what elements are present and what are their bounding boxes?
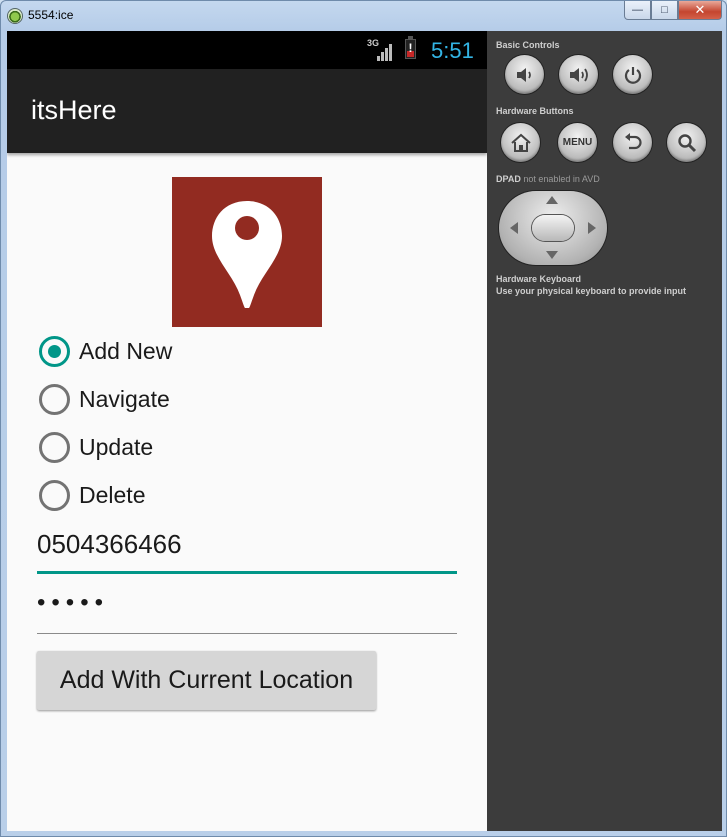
radio-update[interactable]: Update <box>39 429 153 465</box>
radio-button[interactable] <box>39 383 70 415</box>
dpad-center-button[interactable] <box>532 215 574 241</box>
volume-up-button[interactable] <box>559 55 598 94</box>
hardware-keyboard-note: Use your physical keyboard to provide in… <box>496 286 687 296</box>
status-bar: 3G ! 5:51 <box>7 31 487 69</box>
phone-screen: 3G ! 5:51 itsHere Add New Navigate Updat… <box>7 31 487 831</box>
emulator-app-icon <box>7 8 23 24</box>
hardware-keyboard-heading: Hardware Keyboard <box>496 274 582 284</box>
menu-button-label: MENU <box>562 137 593 148</box>
window-title: 5554:ice <box>28 8 74 22</box>
battery-alert-mark: ! <box>408 41 413 55</box>
dpad-right-arrow-icon[interactable] <box>588 222 596 234</box>
window-title-bar[interactable]: 5554:ice — □ ✕ <box>1 1 727 31</box>
radio-add-new[interactable]: Add New <box>39 333 172 369</box>
volume-down-icon <box>516 67 531 82</box>
back-icon <box>624 132 642 149</box>
add-with-current-location-button[interactable]: Add With Current Location <box>37 651 376 710</box>
status-clock: 5:51 <box>431 38 474 63</box>
network-type: 3G <box>367 38 380 48</box>
dpad-down-arrow-icon[interactable] <box>546 251 558 259</box>
radio-label: Delete <box>79 481 146 508</box>
minimize-button[interactable]: — <box>624 1 651 20</box>
action-bar: itsHere <box>7 69 487 153</box>
home-button[interactable] <box>501 123 540 162</box>
radio-label: Update <box>79 433 154 460</box>
radio-navigate[interactable]: Navigate <box>39 381 170 417</box>
signal-icon: 3G <box>367 38 393 61</box>
radio-label: Navigate <box>79 385 170 412</box>
phone-number-field[interactable]: 0504366466 <box>37 529 457 560</box>
menu-button[interactable]: MENU <box>558 123 597 162</box>
dpad-note: not enabled in AVD <box>520 174 600 184</box>
emulator-window: 5554:ice — □ ✕ 3G ! 5:51 itsHere Add New… <box>0 0 727 837</box>
password-field-underline <box>37 633 457 634</box>
password-field[interactable]: ••••• <box>37 589 457 617</box>
window-client-area: 3G ! 5:51 itsHere Add New Navigate Updat… <box>7 31 722 831</box>
close-button[interactable]: ✕ <box>678 1 722 20</box>
app-logo <box>172 177 322 327</box>
maximize-button[interactable]: □ <box>651 1 678 20</box>
basic-controls-heading: Basic Controls <box>496 40 560 50</box>
search-icon <box>677 133 696 152</box>
window-controls: — □ ✕ <box>624 1 722 20</box>
dpad-left-arrow-icon[interactable] <box>510 222 518 234</box>
map-pin-icon <box>212 201 282 308</box>
power-icon <box>624 66 641 84</box>
volume-up-icon <box>569 67 588 82</box>
dpad-control[interactable] <box>499 191 607 265</box>
home-icon <box>510 133 531 152</box>
phone-field-underline <box>37 571 457 574</box>
back-button[interactable] <box>613 123 652 162</box>
dpad-label: DPAD <box>496 174 521 184</box>
power-button[interactable] <box>613 55 652 94</box>
search-button[interactable] <box>667 123 706 162</box>
dpad-heading: DPAD not enabled in AVD <box>496 174 600 184</box>
radio-button[interactable] <box>39 479 70 511</box>
radio-delete[interactable]: Delete <box>39 477 145 513</box>
emulator-controls-panel: Basic Controls Hardware Buttons MENU DPA… <box>487 31 722 831</box>
hardware-buttons-heading: Hardware Buttons <box>496 106 574 116</box>
battery-alert-icon: ! <box>405 36 416 59</box>
dpad-up-arrow-icon[interactable] <box>546 196 558 204</box>
radio-button-checked[interactable] <box>39 335 70 367</box>
volume-down-button[interactable] <box>505 55 544 94</box>
radio-button[interactable] <box>39 431 70 463</box>
radio-label: Add New <box>79 337 173 364</box>
app-title: itsHere <box>31 95 117 125</box>
